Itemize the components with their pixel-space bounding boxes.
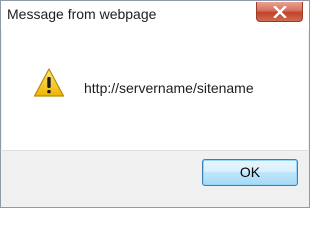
- dialog-content: http://servername/sitename: [2, 30, 308, 150]
- message-dialog: Message from webpage http://servername/s…: [0, 0, 310, 208]
- close-button[interactable]: [256, 2, 303, 22]
- close-icon: [273, 6, 287, 18]
- ok-button[interactable]: OK: [202, 159, 298, 186]
- title-bar: Message from webpage: [1, 1, 309, 30]
- dialog-footer: OK: [2, 150, 308, 207]
- dialog-message: http://servername/sitename: [84, 80, 254, 96]
- dialog-title: Message from webpage: [7, 6, 157, 22]
- warning-icon: [33, 68, 65, 97]
